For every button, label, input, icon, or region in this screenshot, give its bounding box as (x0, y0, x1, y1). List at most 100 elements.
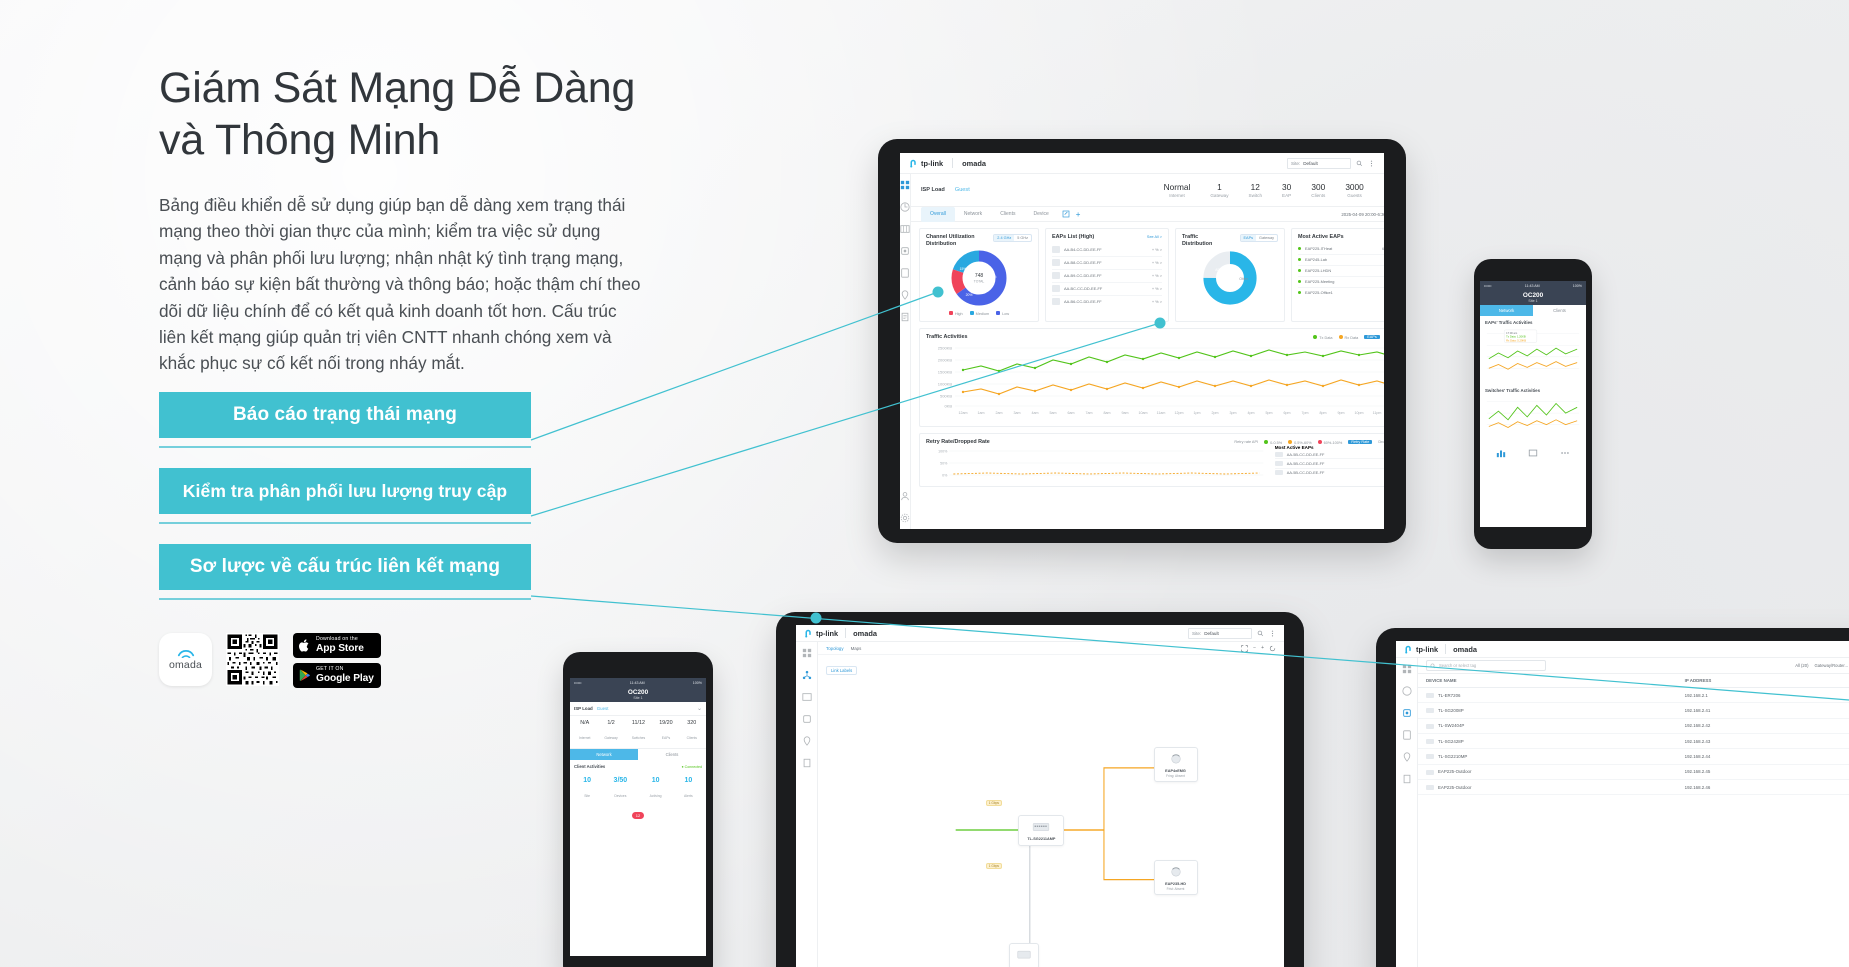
statistics-icon[interactable] (900, 202, 910, 212)
col-device-name[interactable]: DEVICE NAME (1418, 674, 1677, 688)
location-pin-icon[interactable] (802, 736, 812, 746)
table-row[interactable]: EAP245-Lab12.9 GB > (1298, 255, 1384, 266)
col-ip-address[interactable]: IP ADDRESS (1676, 674, 1849, 688)
location-pin-icon[interactable] (900, 290, 910, 300)
table-row[interactable]: TL-SG2210MP 192.168.2.44 (1418, 748, 1849, 765)
device-icon (1426, 754, 1434, 760)
table-row[interactable]: AA-BC-CC-DD-EE-FF + % > (1052, 283, 1162, 296)
table-row[interactable]: EAP225-Outdoor 192.168.2.45 (1418, 764, 1849, 781)
table-row[interactable]: AA-5B-CC-DD-EE-FF (1274, 450, 1384, 460)
node-client[interactable] (1009, 943, 1040, 967)
tab-topology[interactable]: Topology (826, 646, 844, 651)
site-selector[interactable]: Site: Default (1287, 157, 1351, 169)
eaps-see-all[interactable]: See All > (1147, 235, 1162, 239)
search-icon[interactable] (1257, 630, 1264, 637)
add-widget-icon[interactable]: + (1076, 210, 1081, 219)
tab-network[interactable]: Network (955, 207, 991, 222)
zoom-in-icon[interactable]: + (1261, 645, 1264, 651)
settings-gear-icon[interactable] (900, 513, 910, 523)
chevron-down-icon[interactable]: ⌄ (697, 705, 702, 712)
table-row[interactable]: TL-SG2428P 192.168.2.43 (1418, 733, 1849, 750)
filter-gateway[interactable]: Gateway/Router... (1814, 663, 1848, 668)
table-row[interactable]: AA-B8-CC-DD-EE-FF + % > (1052, 257, 1162, 270)
most-active-eaps-card: Most Active EAPs EAP225-ITHeat 60.57 MB >… (1291, 228, 1384, 323)
tab-clients[interactable]: Clients (1533, 305, 1586, 316)
location-pin-icon[interactable] (1402, 752, 1412, 762)
legend-dropped-rate[interactable]: Dropped Rate (1378, 440, 1384, 444)
topology-icon[interactable] (802, 670, 812, 680)
more-nav-icon[interactable] (1560, 448, 1570, 458)
table-row[interactable]: AA-B6-CC-DD-EE-FF + % > (1052, 296, 1162, 308)
table-row[interactable]: EAP225-Meeting12.5 GB > (1298, 277, 1384, 288)
app-store-badge[interactable]: Download on the App Store (293, 633, 381, 658)
more-options-icon[interactable] (1269, 630, 1276, 637)
table-row[interactable]: AA-B4-CC-DD-EE-FF + % > (1052, 244, 1162, 257)
table-row[interactable]: AA-5B-CC-DD-EE-FF (1274, 469, 1384, 477)
tab-clients[interactable]: Clients (638, 749, 706, 760)
band-2g[interactable]: 2.4 GHz (994, 235, 1015, 241)
network-topology-button[interactable]: Sơ lược về cấu trúc liên kết mạng (159, 544, 531, 590)
pagination[interactable]: 1 2 3 > (1298, 300, 1384, 304)
map-icon[interactable] (900, 224, 910, 234)
tab-network[interactable]: Network (1480, 305, 1533, 316)
table-row[interactable]: AA-B9-CC-DD-EE-FF + % > (1052, 270, 1162, 283)
traffic-source-toggle[interactable]: EAPs Gateway (1239, 234, 1278, 242)
toggle-gateway[interactable]: Gateway (1256, 235, 1277, 241)
zoom-out-icon[interactable]: − (1253, 645, 1256, 651)
band-toggle[interactable]: 2.4 GHz 5 GHz (993, 234, 1032, 242)
dashboard-icon[interactable] (1402, 664, 1412, 674)
dashboard-icon[interactable] (802, 648, 812, 658)
legend-retry-rate[interactable]: Retry Rate (1348, 440, 1373, 445)
devices-icon[interactable] (802, 714, 812, 724)
table-row[interactable]: EAP225-LHDN12.9 GB > (1298, 266, 1384, 277)
devices-icon[interactable] (900, 246, 910, 256)
more-options-icon[interactable] (1368, 160, 1375, 167)
guest-label[interactable]: Guest (955, 187, 970, 193)
filter-all[interactable]: All (20) (1795, 663, 1808, 668)
fullscreen-icon[interactable] (1241, 644, 1248, 652)
node-switch[interactable]: TL-SG2211AMP (1018, 815, 1065, 847)
link-labels-toggle[interactable]: Link Labels (826, 666, 858, 675)
stats-nav-icon[interactable] (1496, 448, 1506, 458)
table-row[interactable]: EAP225-ITHeat 60.57 MB > (1298, 244, 1384, 255)
google-play-badge[interactable]: GET IT ON Google Play (293, 663, 381, 688)
tab-overall[interactable]: Overall (921, 206, 955, 222)
search-input[interactable]: Search or select tag (1426, 660, 1546, 671)
table-row[interactable]: TL-SW2404P 192.168.2.42 (1418, 718, 1849, 735)
statistics-icon[interactable] (1401, 686, 1412, 696)
search-icon[interactable] (1356, 160, 1363, 167)
table-row[interactable]: TL-SG2008P 192.168.2.41 (1418, 702, 1849, 719)
toggle-eaps[interactable]: EAPs (1240, 235, 1257, 241)
tab-device[interactable]: Device (1024, 207, 1057, 222)
logs-icon[interactable] (802, 758, 812, 768)
refresh-icon[interactable] (1269, 645, 1276, 652)
legend-eaps[interactable]: EAPs (1364, 335, 1380, 340)
tab-clients[interactable]: Clients (991, 207, 1024, 222)
date-range-label[interactable]: 2025-04-09 20:00-6:30 (1341, 212, 1384, 217)
tab-maps[interactable]: Maps (851, 646, 862, 651)
table-row[interactable]: EAP225-Office19.91 GB > (1298, 288, 1384, 298)
band-5g[interactable]: 5 GHz (1014, 235, 1031, 241)
topology-canvas[interactable]: 1 Gbps 1 Gbps TL-SG2211AMP EAP4xEMG Frin… (818, 681, 1284, 967)
clients-icon[interactable] (1402, 730, 1412, 740)
guest-label[interactable]: Guest (597, 706, 609, 711)
node-eap-1[interactable]: EAP4xEMG Fring: Absent (1153, 746, 1198, 782)
traffic-distribution-button[interactable]: Kiểm tra phân phối lưu lượng truy cập (159, 468, 531, 514)
network-status-report-button[interactable]: Báo cáo trạng thái mạng (159, 392, 531, 438)
edit-icon[interactable] (1062, 210, 1070, 218)
dashboard-icon[interactable] (900, 180, 910, 190)
table-row[interactable]: TL-ER7206 192.168.2.1 (1418, 687, 1849, 704)
map-icon[interactable] (801, 692, 812, 702)
devices-icon[interactable] (1402, 708, 1412, 718)
devices-nav-icon[interactable] (1528, 448, 1538, 458)
table-row[interactable]: EAP225-Outdoor 192.168.2.46 (1418, 779, 1849, 796)
logs-icon[interactable] (1402, 774, 1412, 784)
node-eap-2[interactable]: EAP235-HD Frist: Absent (1153, 859, 1198, 895)
logs-icon[interactable] (900, 312, 910, 322)
table-row[interactable]: AA-5B-CC-DD-EE-FF (1274, 459, 1384, 469)
clients-icon[interactable] (900, 268, 910, 278)
site-selector[interactable]: Site: Default (1188, 627, 1252, 639)
omada-app-icon[interactable]: omada (159, 633, 212, 686)
tab-network[interactable]: Network (570, 749, 638, 760)
user-account-icon[interactable] (900, 491, 910, 501)
